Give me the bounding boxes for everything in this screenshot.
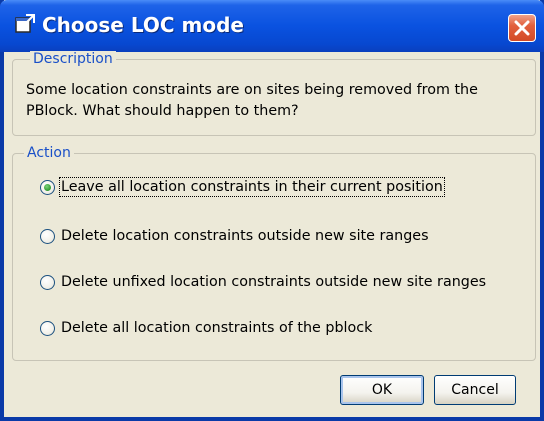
radio-selected-dot: [44, 183, 51, 191]
radio-option-delete-outside[interactable]: Delete location constraints outside new …: [40, 225, 429, 247]
radio-option-leave-all[interactable]: Leave all location constraints in their …: [40, 176, 445, 198]
radio-option-delete-all[interactable]: Delete all location constraints of the p…: [40, 317, 372, 339]
radio-button-selected[interactable]: [40, 179, 55, 195]
description-text: Some location constraints are on sites b…: [26, 82, 478, 119]
action-legend: Action: [24, 145, 74, 161]
description-legend: Description: [30, 51, 116, 67]
close-button[interactable]: [508, 14, 536, 42]
cancel-button[interactable]: Cancel: [434, 375, 516, 405]
radio-button[interactable]: [40, 228, 55, 244]
ok-button[interactable]: OK: [340, 375, 424, 405]
app-window-icon: [14, 13, 36, 35]
title-bar[interactable]: Choose LOC mode: [0, 0, 544, 52]
close-icon: [514, 20, 530, 36]
radio-button[interactable]: [40, 274, 55, 290]
radio-button[interactable]: [40, 320, 55, 336]
dialog-window: Choose LOC mode Description Some locatio…: [0, 0, 544, 421]
radio-label: Delete unfixed location constraints outs…: [61, 274, 487, 290]
radio-label: Leave all location constraints in their …: [59, 177, 445, 197]
radio-label: Delete location constraints outside new …: [61, 228, 429, 244]
window-title: Choose LOC mode: [42, 13, 244, 37]
radio-label: Delete all location constraints of the p…: [61, 320, 373, 336]
radio-option-delete-unfixed[interactable]: Delete unfixed location constraints outs…: [40, 271, 486, 293]
